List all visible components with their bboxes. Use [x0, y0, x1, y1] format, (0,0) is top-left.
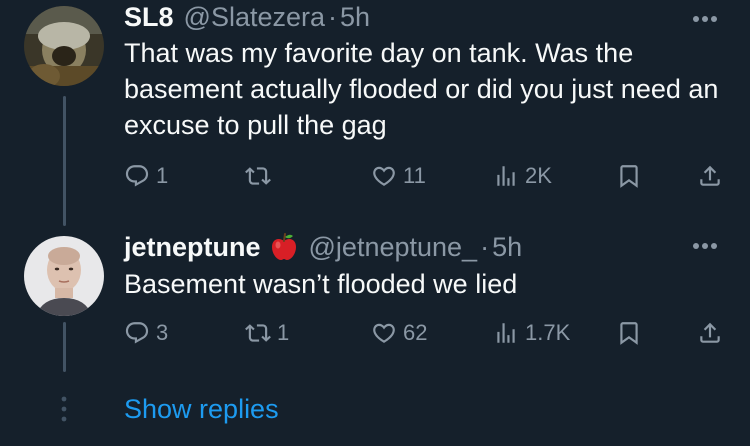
avatar-image: [24, 6, 104, 86]
heart-icon: [373, 323, 395, 343]
like-button[interactable]: 62: [371, 318, 427, 348]
heart-icon: [373, 166, 395, 186]
avatar[interactable]: [24, 236, 104, 316]
apple-emoji-icon: [269, 233, 299, 261]
separator: ·: [480, 232, 490, 262]
user-handle[interactable]: @jetneptune_: [309, 230, 478, 264]
views-icon: [497, 166, 515, 186]
tweet-text: That was my favorite day on tank. Was th…: [124, 38, 719, 140]
views-button[interactable]: 1.7K: [493, 318, 570, 348]
bookmark-button[interactable]: [616, 318, 642, 348]
like-button[interactable]: 11: [371, 161, 426, 191]
thread-line-upper: [63, 96, 66, 226]
reply-icon: [125, 322, 149, 344]
share-button[interactable]: [697, 318, 723, 348]
separator: ·: [328, 2, 338, 32]
reply-count: 1: [156, 163, 169, 188]
bookmark-icon: [620, 322, 638, 345]
like-count: 62: [403, 320, 428, 345]
reply-button[interactable]: 3: [124, 318, 168, 348]
views-button[interactable]: 2K: [493, 161, 552, 191]
bookmark-icon: [620, 165, 638, 188]
reply-button[interactable]: 1: [124, 161, 168, 191]
avatar-image: [24, 236, 104, 316]
timestamp[interactable]: 5h: [340, 0, 370, 34]
show-replies-link[interactable]: Show replies: [124, 391, 279, 427]
more-vertical-icon: [58, 394, 70, 424]
timestamp[interactable]: 5h: [492, 230, 522, 264]
tweet-text: Basement wasn’t flooded we lied: [124, 269, 518, 299]
avatar[interactable]: [24, 6, 104, 86]
tweet-header: jetneptune @jetneptune_ · 5h: [124, 230, 522, 264]
thread-line-lower: [63, 322, 66, 372]
reply-icon: [125, 165, 149, 187]
tweet-header: SL8 @Slatezera · 5h: [124, 0, 370, 34]
views-count: 1.7K: [525, 320, 571, 345]
share-icon: [700, 165, 720, 186]
retweet-button[interactable]: [245, 161, 277, 191]
bookmark-button[interactable]: [616, 161, 642, 191]
display-name[interactable]: SL8: [124, 0, 174, 34]
views-count: 2K: [525, 163, 552, 188]
more-horizontal-icon[interactable]: [687, 9, 723, 29]
user-handle[interactable]: @Slatezera: [184, 0, 325, 34]
retweet-button[interactable]: 1: [245, 318, 289, 348]
share-button[interactable]: [697, 161, 723, 191]
display-name[interactable]: jetneptune: [124, 230, 261, 264]
views-icon: [497, 323, 515, 343]
like-count: 11: [403, 163, 426, 188]
retweet-icon: [245, 324, 271, 342]
reply-thread: SL8 @Slatezera · 5h That was my favorite…: [0, 0, 750, 446]
more-horizontal-icon[interactable]: [687, 236, 723, 256]
share-icon: [700, 322, 720, 343]
reply-count: 3: [156, 320, 169, 345]
retweet-count: 1: [277, 320, 290, 345]
retweet-icon: [245, 167, 271, 185]
